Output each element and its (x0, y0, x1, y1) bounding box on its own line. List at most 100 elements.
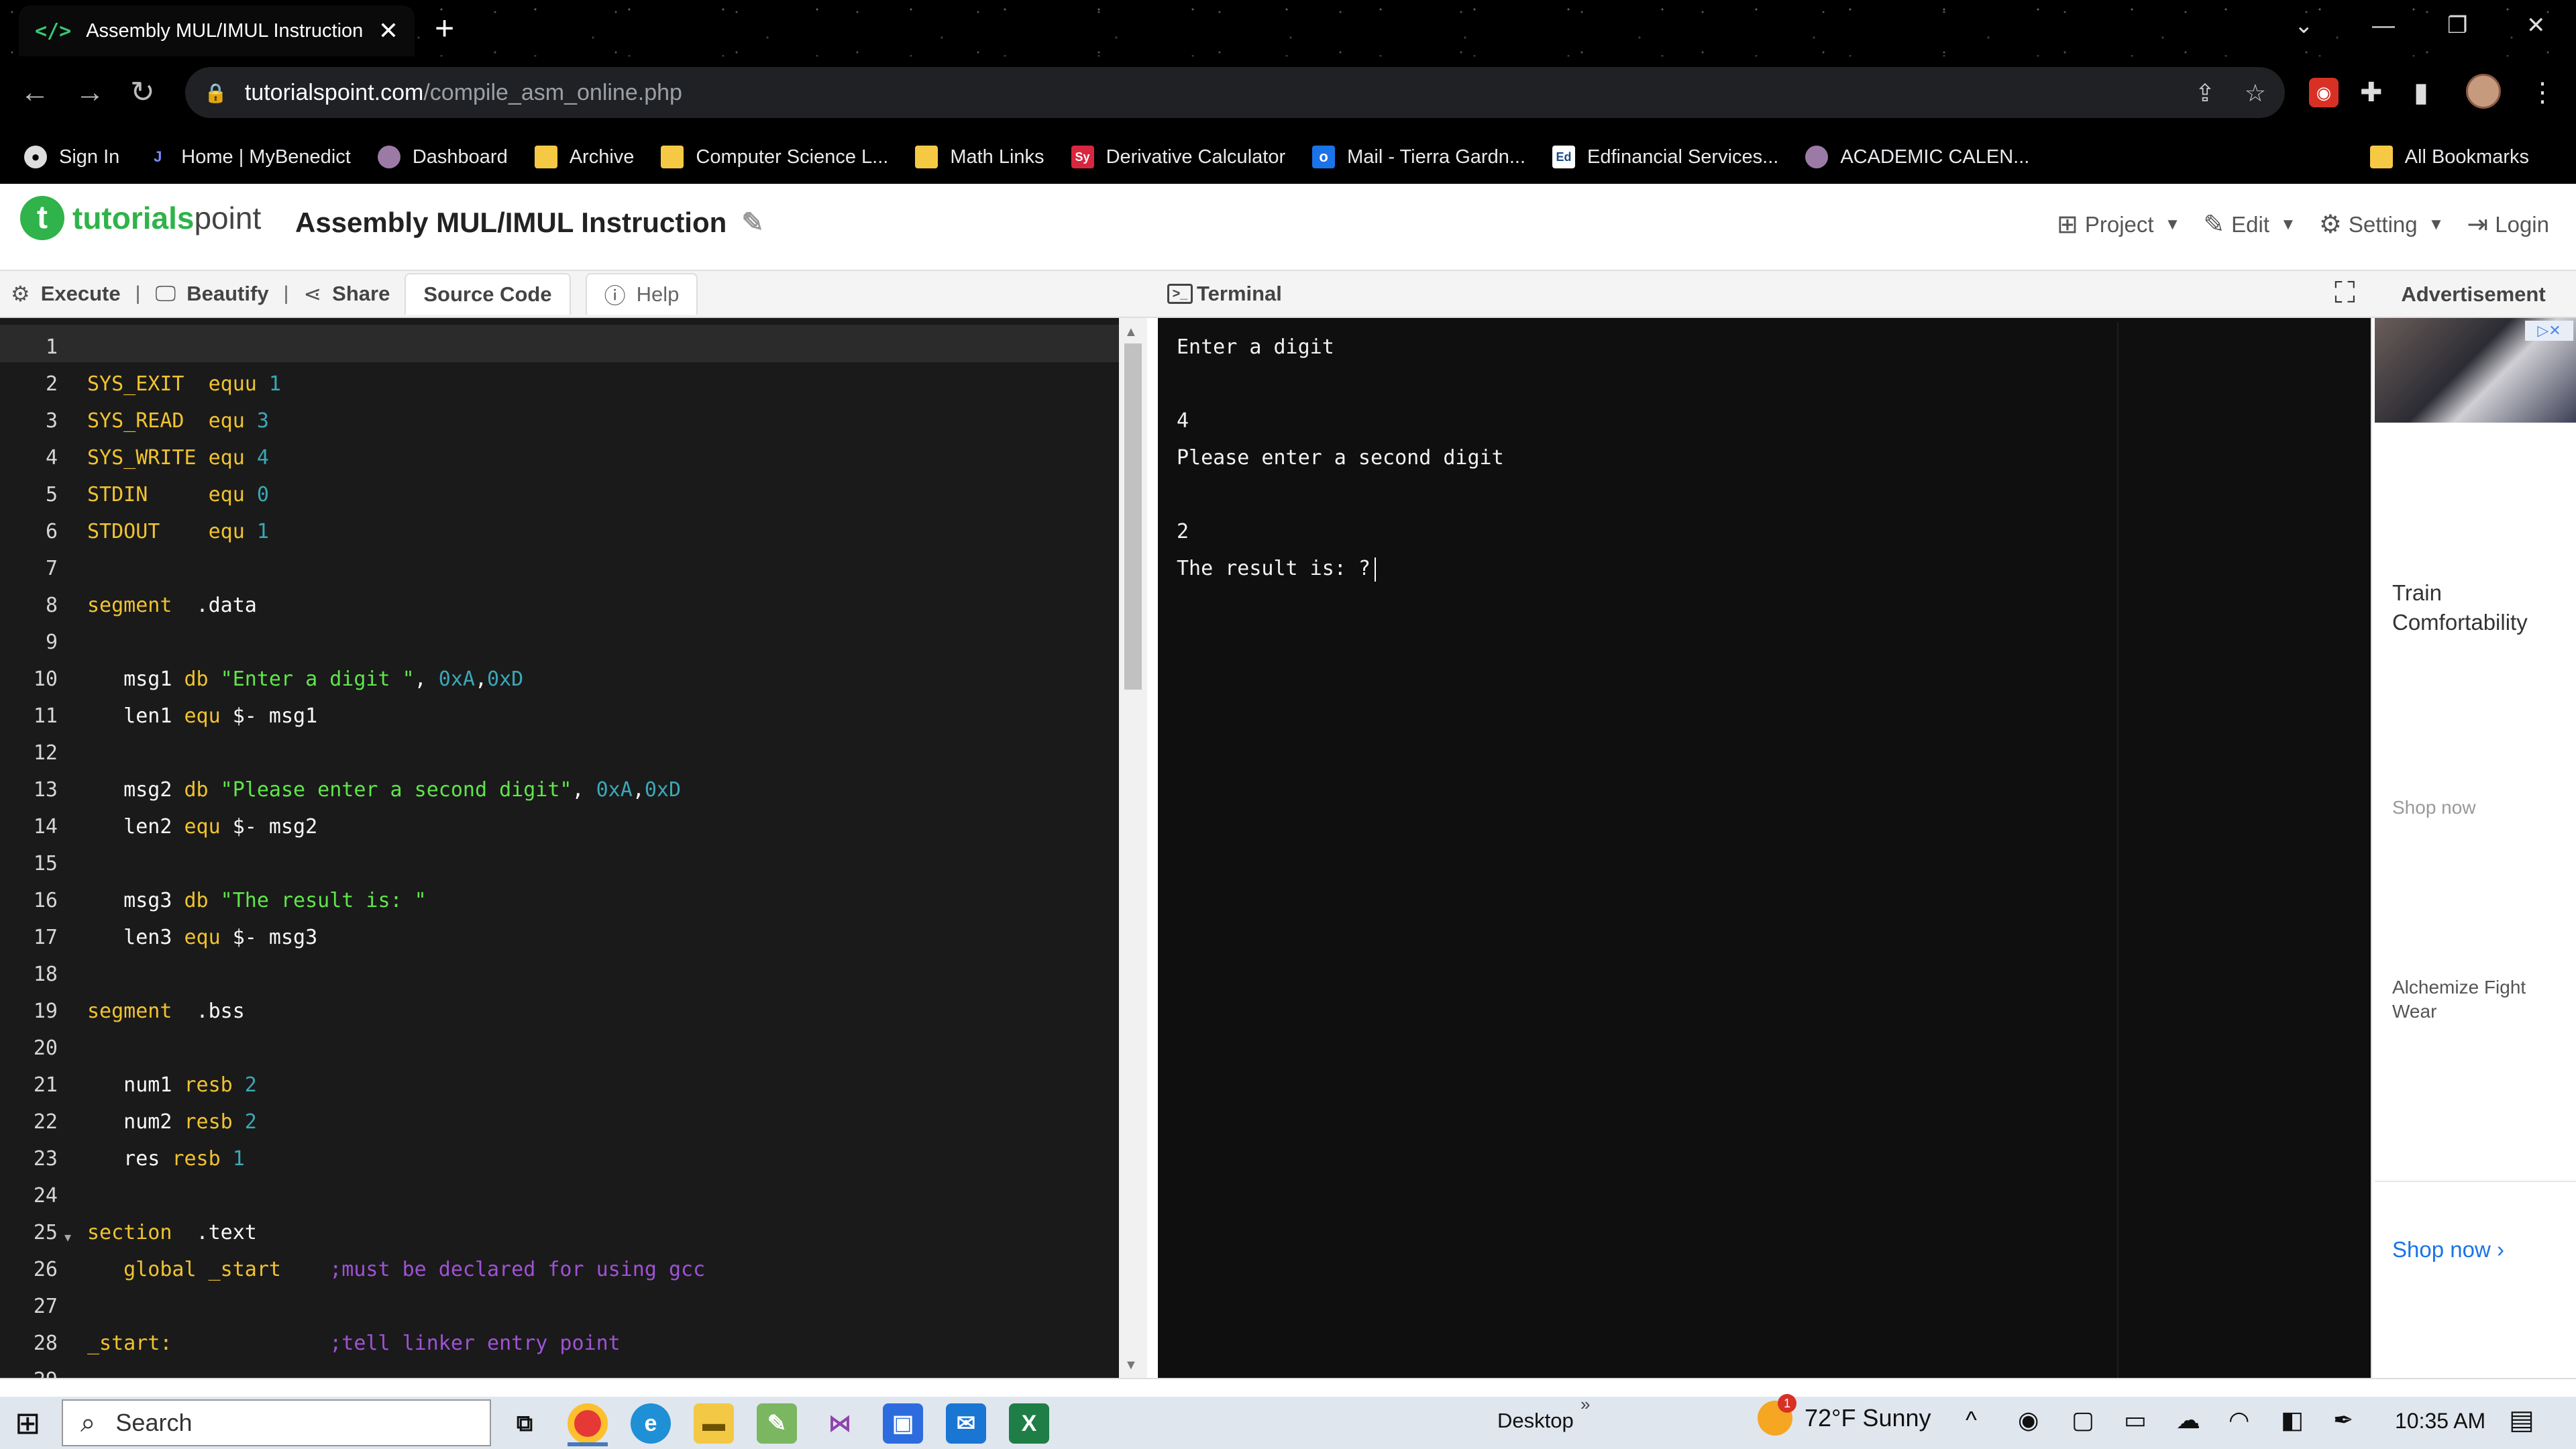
windows-start-icon[interactable]: ⊞ (15, 1406, 41, 1440)
code-token: resb (184, 1110, 233, 1134)
code-text: SYS_WRITE equ 4 (87, 439, 269, 476)
fold-arrow-icon[interactable]: ▾ (64, 1229, 71, 1246)
code-token: 0xA (438, 667, 475, 691)
code-token: , (572, 778, 596, 802)
store-icon[interactable]: ▣ (883, 1403, 923, 1444)
pen-icon[interactable]: ✒ (2333, 1406, 2353, 1434)
advertisement-header: Advertisement (2371, 271, 2576, 318)
ad-shop-now-button[interactable]: Shop now › (2392, 1237, 2504, 1263)
line-number: 14 (33, 815, 58, 839)
code-token: 4 (244, 446, 269, 470)
line-number: 2 (45, 372, 58, 396)
line-number: 10 (33, 667, 58, 691)
code-token: $- msg1 (220, 704, 318, 728)
bookmark-academic-calendar[interactable]: ACADEMIC CALEN... (1805, 146, 2029, 168)
code-token: .data (172, 594, 257, 617)
code-token: "Please enter a second digit" (208, 778, 572, 802)
chrome-icon[interactable] (568, 1403, 608, 1444)
terminal-cursor (1374, 557, 1376, 582)
task-view-icon[interactable]: ⧉ (504, 1403, 545, 1444)
bookmark-mail[interactable]: o Mail - Tierra Gardn... (1312, 146, 1525, 168)
code-token: , (474, 667, 488, 691)
photos-icon[interactable]: ✎ (757, 1403, 797, 1444)
notification-icon[interactable]: ▤ (2509, 1405, 2534, 1436)
code-token: len2 (87, 815, 184, 839)
advertisement-panel[interactable] (2371, 318, 2576, 1378)
chevron-right-icon: › (2496, 1237, 2504, 1262)
line-number: 7 (45, 557, 58, 580)
code-token: ;must be declared for using gcc (280, 1258, 706, 1281)
line-number: 12 (33, 741, 58, 765)
project-menu[interactable]: ⊞ Project ▼ (2057, 209, 2180, 239)
window-close-button[interactable]: ✕ (2526, 7, 2546, 44)
code-text: STDOUT equ 1 (87, 513, 269, 550)
scroll-down-icon[interactable]: ▼ (1124, 1358, 1138, 1373)
bookmark-star-icon[interactable]: ☆ (2245, 79, 2266, 107)
volume-icon[interactable]: ◧ (2281, 1406, 2304, 1434)
all-bookmarks[interactable]: All Bookmarks (2369, 130, 2529, 184)
code-text: len1 equ $- msg1 (87, 698, 317, 735)
visual-studio-icon[interactable]: ⋈ (820, 1403, 860, 1444)
ad-brand[interactable]: Alchemize Fight Wear (2392, 975, 2553, 1024)
desktop-toolbar[interactable]: Desktop (1497, 1409, 1574, 1433)
line-number: 20 (33, 1036, 58, 1060)
extension-red-icon[interactable]: ◉ (2309, 78, 2339, 107)
bookmark-edfinancial[interactable]: Ed Edfinancial Services... (1552, 146, 1778, 168)
code-token: STDIN equ (87, 483, 245, 506)
code-token: .bss (172, 1000, 245, 1023)
code-token: len1 (87, 704, 184, 728)
clock[interactable]: 10:35 AM (2395, 1409, 2485, 1434)
restore-button[interactable]: ❐ (2447, 7, 2467, 44)
taskbar-search[interactable]: ⌕ Search (62, 1399, 491, 1446)
code-text: _start: ;tell linker entry point (87, 1325, 621, 1362)
code-token: segment (87, 594, 172, 617)
share-icon[interactable]: ⇪ (2195, 79, 2215, 107)
code-text: res resb 1 (87, 1140, 245, 1177)
record-icon[interactable]: ◉ (2018, 1406, 2039, 1434)
meet-now-icon[interactable]: ▢ (2072, 1406, 2094, 1434)
menu-kebab-icon[interactable]: ⋮ (2529, 72, 2556, 113)
scroll-up-icon[interactable]: ▲ (1124, 325, 1138, 340)
double-chevron-icon[interactable]: » (1580, 1394, 1590, 1415)
code-text: segment .bss (87, 993, 245, 1030)
file-explorer-icon[interactable]: ▬ (694, 1403, 734, 1444)
tab-search-chevron-icon[interactable]: ⌄ (2294, 7, 2314, 44)
line-number: 28 (33, 1332, 58, 1355)
code-token: $- msg3 (220, 926, 318, 949)
side-panel-icon[interactable]: ▮ (2414, 72, 2428, 113)
code-token: len3 (87, 926, 184, 949)
line-number: 21 (33, 1073, 58, 1097)
onedrive-cloud-icon[interactable]: ☁ (2176, 1406, 2200, 1434)
code-token: 2 (232, 1110, 257, 1134)
extensions-puzzle-icon[interactable]: ✚ (2360, 72, 2383, 113)
ad-title[interactable]: Train Comfortability (2392, 578, 2567, 637)
line-number: 13 (33, 778, 58, 802)
terminal-output[interactable]: Enter a digit 4 Please enter a second di… (1158, 318, 2371, 1378)
battery-icon[interactable]: ▭ (2124, 1406, 2147, 1434)
weather-widget[interactable]: 1 72°F Sunny (1758, 1394, 1931, 1436)
caret-down-icon: ▼ (2428, 215, 2445, 233)
login-link[interactable]: ⇥ Login (2467, 209, 2549, 239)
edit-menu[interactable]: ✎ Edit ▼ (2203, 209, 2296, 239)
line-number: 3 (45, 409, 58, 433)
profile-avatar[interactable] (2466, 74, 2501, 109)
edge-icon[interactable]: e (631, 1403, 671, 1444)
fullscreen-icon[interactable]: ⛶ (2334, 276, 2355, 310)
code-token: resb (172, 1147, 221, 1171)
wifi-icon[interactable]: ◠ (2229, 1406, 2249, 1434)
code-token: section (87, 1221, 172, 1244)
mail-icon[interactable]: ✉ (946, 1403, 986, 1444)
code-token: _start: (87, 1332, 172, 1355)
line-number: 11 (33, 704, 58, 728)
editor-scrollbar-thumb[interactable] (1124, 343, 1142, 690)
line-number: 6 (45, 520, 58, 543)
excel-icon[interactable]: X (1009, 1403, 1049, 1444)
code-token: $- msg2 (220, 815, 318, 839)
minimize-button[interactable]: — (2372, 7, 2395, 44)
setting-menu[interactable]: ⚙ Setting ▼ (2319, 209, 2445, 239)
ad-shop-now-link[interactable]: Shop now (2392, 797, 2476, 818)
line-number: 9 (45, 631, 58, 654)
show-hidden-icons-chevron-icon[interactable]: ^ (1966, 1406, 1977, 1434)
ad-choices-close-icon[interactable]: ▷✕ (2525, 321, 2573, 341)
code-token: num2 (87, 1110, 184, 1134)
